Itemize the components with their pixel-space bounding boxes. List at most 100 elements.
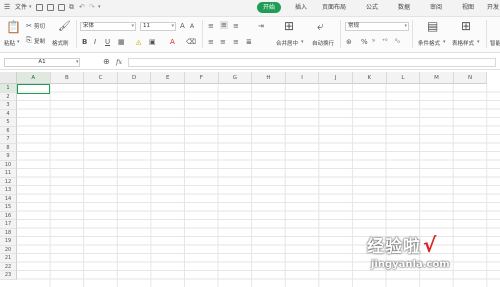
- font-color-icon[interactable]: A: [170, 38, 175, 46]
- currency-icon[interactable]: ⊛: [346, 38, 352, 46]
- paste-button[interactable]: 粘贴: [4, 39, 15, 47]
- row-header-3[interactable]: 3: [0, 101, 17, 110]
- tab-home[interactable]: 开始: [257, 2, 282, 13]
- italic-icon[interactable]: I: [94, 38, 96, 46]
- column-header-h[interactable]: H: [252, 72, 286, 84]
- customize-toolbar-icon[interactable]: ▾: [98, 4, 101, 10]
- active-cell-a1[interactable]: [17, 84, 50, 94]
- merge-center-dropdown-icon[interactable]: ▾: [301, 39, 304, 45]
- fx-icon[interactable]: fx: [116, 58, 122, 66]
- row-header-14[interactable]: 14: [0, 194, 17, 203]
- comma-style-icon[interactable]: ⁹: [372, 38, 375, 46]
- row-header-23[interactable]: 23: [0, 271, 17, 280]
- distributed-align-icon[interactable]: ≣: [246, 38, 252, 46]
- merge-center-button[interactable]: 合并居中: [276, 39, 298, 47]
- increase-font-icon[interactable]: A: [180, 22, 185, 30]
- table-style-button[interactable]: 表格样式: [452, 39, 474, 47]
- formula-input[interactable]: [128, 58, 496, 67]
- row-header-5[interactable]: 5: [0, 118, 17, 127]
- format-painter-button[interactable]: 格式刷: [52, 39, 69, 47]
- row-header-17[interactable]: 17: [0, 220, 17, 229]
- column-header-c[interactable]: C: [84, 72, 118, 84]
- undo-icon[interactable]: ↶: [79, 3, 85, 11]
- merge-center-icon[interactable]: ⊞: [284, 20, 294, 32]
- decrease-decimal-icon[interactable]: ⁰₀: [395, 38, 400, 46]
- tab-formulas[interactable]: 公式: [361, 3, 383, 13]
- column-header-g[interactable]: G: [218, 72, 253, 84]
- indent-icon[interactable]: ⇥: [258, 22, 264, 30]
- column-header-f[interactable]: F: [185, 72, 219, 84]
- row-header-10[interactable]: 10: [0, 160, 17, 169]
- row-header-20[interactable]: 20: [0, 245, 17, 254]
- column-header-d[interactable]: D: [117, 72, 152, 84]
- redo-icon[interactable]: ↷: [89, 3, 95, 11]
- tab-data[interactable]: 数据: [393, 3, 415, 13]
- row-header-8[interactable]: 8: [0, 143, 17, 152]
- file-menu[interactable]: 文件: [14, 3, 28, 13]
- row-header-13[interactable]: 13: [0, 186, 17, 195]
- row-header-22[interactable]: 22: [0, 262, 17, 271]
- select-all-corner[interactable]: [0, 72, 17, 84]
- column-header-m[interactable]: M: [420, 72, 454, 84]
- row-header-11[interactable]: 11: [0, 169, 17, 178]
- cut-icon[interactable]: ✂: [26, 22, 32, 30]
- borders-icon[interactable]: ▦: [118, 38, 125, 46]
- column-header-e[interactable]: E: [151, 72, 185, 84]
- tab-insert[interactable]: 插入: [291, 3, 311, 13]
- name-box-dropdown-icon[interactable]: ▾: [76, 59, 79, 65]
- name-box[interactable]: A1: [4, 58, 80, 67]
- format-painter-icon[interactable]: 🖌: [58, 22, 71, 32]
- font-size-select[interactable]: 11 ▾: [140, 22, 176, 31]
- copy-icon[interactable]: ⎘: [26, 36, 32, 44]
- row-header-1[interactable]: 1: [0, 84, 17, 93]
- row-header-21[interactable]: 21: [0, 254, 17, 263]
- conditional-format-button[interactable]: 条件格式: [418, 39, 440, 47]
- percent-icon[interactable]: %: [361, 38, 368, 46]
- align-center-icon[interactable]: ≡: [220, 38, 226, 46]
- smart-button-partial[interactable]: 智能: [490, 39, 500, 47]
- row-header-2[interactable]: 2: [0, 92, 17, 101]
- table-style-dropdown-icon[interactable]: ▾: [477, 39, 480, 45]
- table-style-icon[interactable]: ⊞: [461, 20, 471, 32]
- column-header-i[interactable]: I: [285, 72, 320, 84]
- merge-cells-small-icon[interactable]: ▣: [149, 38, 156, 46]
- tab-page-layout[interactable]: 页面布局: [318, 3, 350, 13]
- decrease-font-icon[interactable]: A: [190, 23, 194, 31]
- number-format-select[interactable]: 常规 ▾: [345, 22, 409, 31]
- wrap-text-icon[interactable]: ⤶: [317, 20, 324, 32]
- column-header-b[interactable]: B: [50, 72, 85, 84]
- row-header-7[interactable]: 7: [0, 135, 17, 144]
- paste-dropdown-icon[interactable]: ▾: [17, 39, 20, 45]
- tab-review[interactable]: 审阅: [425, 3, 447, 13]
- column-header-a[interactable]: A: [17, 72, 51, 84]
- font-name-select[interactable]: 宋体 ▾: [80, 22, 136, 31]
- row-header-6[interactable]: 6: [0, 126, 17, 135]
- row-header-4[interactable]: 4: [0, 109, 17, 118]
- underline-icon[interactable]: U: [105, 38, 110, 46]
- align-bottom-icon[interactable]: ≡: [233, 22, 239, 30]
- bold-icon[interactable]: B: [82, 38, 87, 46]
- cut-button[interactable]: 剪切: [34, 22, 45, 30]
- wrap-text-button[interactable]: 自动换行: [312, 39, 334, 47]
- tab-developer[interactable]: 开发: [487, 3, 500, 13]
- row-header-15[interactable]: 15: [0, 203, 17, 212]
- column-header-n[interactable]: N: [453, 72, 488, 84]
- increase-decimal-icon[interactable]: ⁺⁰: [382, 38, 388, 46]
- export-pdf-icon[interactable]: [47, 4, 54, 11]
- conditional-format-dropdown-icon[interactable]: ▾: [443, 39, 446, 45]
- row-header-16[interactable]: 16: [0, 211, 17, 220]
- row-header-19[interactable]: 19: [0, 237, 17, 246]
- paste-icon[interactable]: 📋: [6, 21, 21, 33]
- align-right-icon[interactable]: ≡: [233, 38, 239, 46]
- clear-format-icon[interactable]: ⌫: [186, 38, 196, 46]
- fill-color-icon[interactable]: ◬: [136, 38, 141, 46]
- zoom-search-icon[interactable]: ⊕: [103, 57, 110, 66]
- save-icon[interactable]: [36, 4, 43, 11]
- print-icon[interactable]: [58, 4, 65, 11]
- align-left-icon[interactable]: ≡: [208, 38, 214, 46]
- copy-button[interactable]: 复制: [34, 37, 45, 45]
- menu-icon[interactable]: ☰: [4, 3, 10, 11]
- column-header-l[interactable]: L: [386, 72, 421, 84]
- row-header-18[interactable]: 18: [0, 228, 17, 237]
- tab-view[interactable]: 视图: [457, 3, 479, 13]
